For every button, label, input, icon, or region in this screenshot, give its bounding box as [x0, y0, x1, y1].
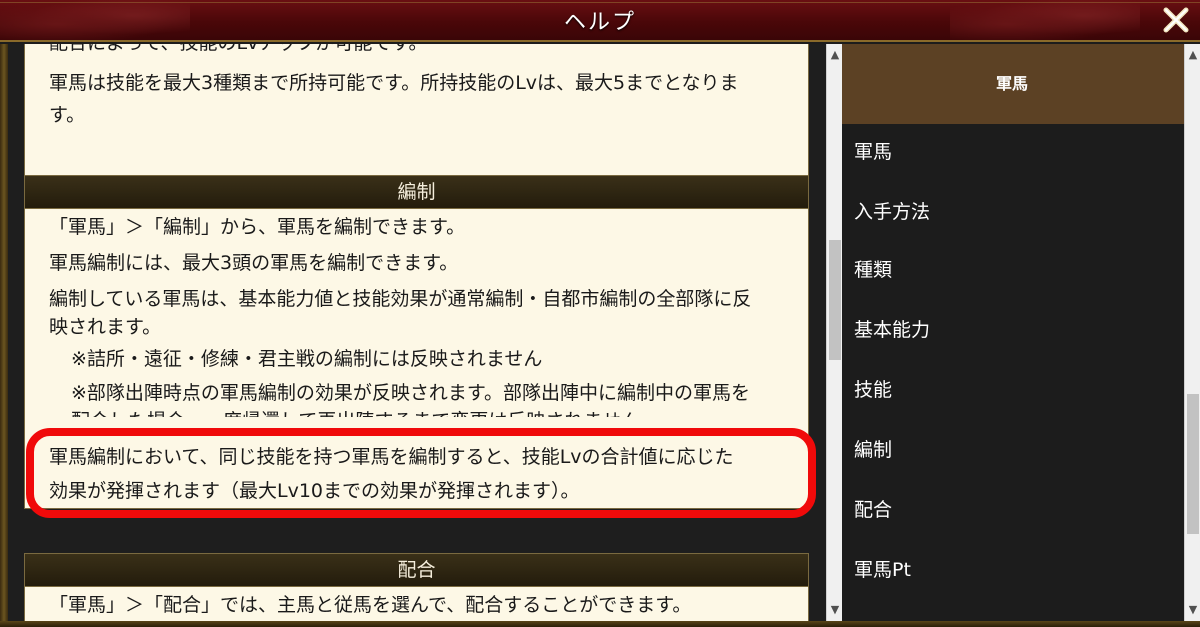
frame-bottom-border — [0, 621, 1200, 627]
note-line: ※部隊出陣時点の軍馬編制の効果が反映されます。部隊出陣中に編制中の軍馬を — [71, 382, 751, 404]
paragraph-line: 効果が発揮されます（最大Lv10までの効果が発揮されます）。 — [49, 480, 580, 502]
title-bar: ヘルプ — [0, 0, 1200, 42]
scroll-down-arrow-icon[interactable]: ▼ — [1185, 601, 1200, 619]
frame-left-border — [0, 44, 8, 627]
help-sidebar: 軍馬 軍馬 入手方法 種類 基本能力 技能 編制 配合 軍馬Pt — [842, 44, 1184, 621]
sidebar-item-editing[interactable]: 編制 — [842, 420, 1184, 480]
sidebar-item-types[interactable]: 種類 — [842, 240, 1184, 300]
help-content[interactable]: 配合によって、技能のLvアップが可能です。 軍馬は技能を最大3種類まで所持可能で… — [8, 44, 826, 621]
paragraph-line: す。 — [49, 104, 86, 126]
section-overview-body: 配合によって、技能のLvアップが可能です。 軍馬は技能を最大3種類まで所持可能で… — [24, 44, 809, 184]
paragraph-line: 映されます。 — [49, 316, 162, 338]
paragraph-line: 軍馬編制において、同じ技能を持つ軍馬を編制すると、技能Lvの合計値に応じた — [49, 446, 734, 468]
sidebar-item-gunba-pt[interactable]: 軍馬Pt — [842, 540, 1184, 600]
section-header-editing: 編制 — [24, 175, 809, 209]
sidebar-item-gunba[interactable]: 軍馬 — [842, 122, 1184, 182]
sidebar-header: 軍馬 — [842, 44, 1184, 124]
content-scrollbar[interactable]: ▲ ▼ — [826, 44, 842, 621]
sidebar-item-acquisition[interactable]: 入手方法 — [842, 182, 1184, 242]
note-line: 配合した場合、一度帰還して再出陣するまで変更は反映されません — [71, 410, 640, 432]
window-title: ヘルプ — [563, 10, 636, 35]
note-line: ※詰所・遠征・修練・君主戦の編制には反映されません — [71, 348, 543, 370]
scroll-up-arrow-icon[interactable]: ▲ — [827, 46, 843, 64]
section-breeding-body: 「軍馬」＞「配合」では、主馬と従馬を選んで、配合することができます。 — [24, 587, 809, 621]
paragraph-line: 軍馬編制には、最大3頭の軍馬を編制できます。 — [49, 252, 459, 274]
content-scroll-thumb[interactable] — [829, 240, 841, 360]
paragraph-line: 「軍馬」＞「配合」では、主馬と従馬を選んで、配合することができます。 — [49, 594, 692, 616]
close-button[interactable] — [1158, 2, 1194, 38]
sidebar-item-base-stats[interactable]: 基本能力 — [842, 300, 1184, 360]
close-icon — [1163, 7, 1189, 33]
paragraph-line: 配合によって、技能のLvアップが可能です。 — [49, 44, 788, 59]
scroll-up-arrow-icon[interactable]: ▲ — [1185, 46, 1200, 64]
section-editing-body: 「軍馬」＞「編制」から、軍馬を編制できます。 軍馬編制には、最大3頭の軍馬を編制… — [24, 209, 809, 509]
paragraph-line: 軍馬は技能を最大3種類まで所持可能です。所持技能のLvは、最大5までとなりま — [49, 72, 739, 94]
sidebar-item-breeding[interactable]: 配合 — [842, 480, 1184, 540]
section-header-breeding: 配合 — [24, 553, 809, 587]
paragraph-line: 「軍馬」＞「編制」から、軍馬を編制できます。 — [49, 216, 466, 238]
sidebar-item-skills[interactable]: 技能 — [842, 360, 1184, 420]
scroll-down-arrow-icon[interactable]: ▼ — [827, 601, 843, 619]
sidebar-scroll-thumb[interactable] — [1187, 394, 1199, 534]
sidebar-scrollbar[interactable]: ▲ ▼ — [1184, 44, 1200, 621]
